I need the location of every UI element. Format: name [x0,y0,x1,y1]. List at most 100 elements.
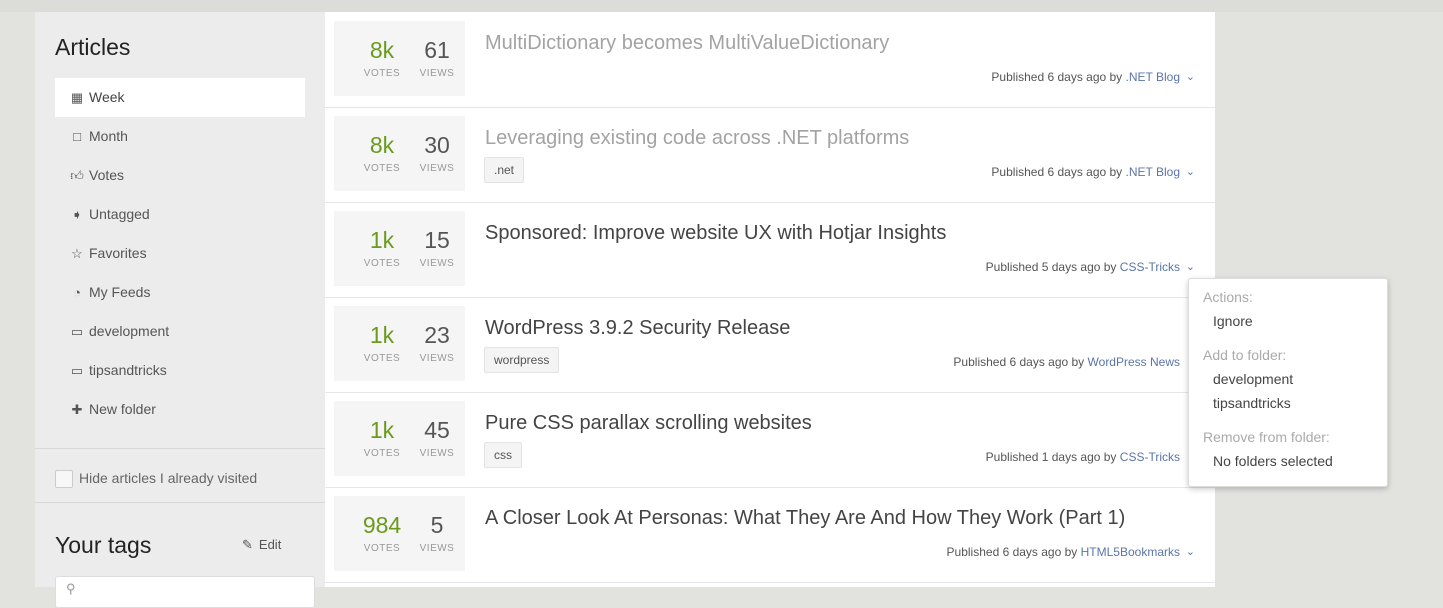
article-tag[interactable]: css [484,442,522,468]
sidebar-item-development[interactable]: ▭ development [55,312,305,351]
chevron-down-icon[interactable]: ⌄ [1186,545,1195,558]
views-stat: 30 VIEWS [407,116,467,174]
source-link[interactable]: .NET Blog [1126,70,1180,84]
hide-visited-checkbox[interactable] [55,470,73,489]
folder-icon: ▭ [70,363,84,378]
published-text: Published 5 days ago by [985,260,1117,274]
article-row: 8k VOTES 61 VIEWS MultiDictionary become… [325,12,1215,108]
sidebar-item-votes[interactable]: 👍︎ Votes [55,156,305,195]
published-info: Published 6 days ago by .NET Blog [991,165,1180,179]
article-row: 1k VOTES 15 VIEWS Sponsored: Improve web… [325,202,1215,298]
views-stat: 15 VIEWS [407,211,467,269]
votes-stat: 1k VOTES [352,401,412,459]
views-stat: 23 VIEWS [407,306,467,364]
sidebar-item-label: tipsandtricks [89,362,167,378]
ignore-menu-item[interactable]: Ignore [1213,313,1253,329]
divider [35,448,325,449]
star-icon: ☆ [71,246,83,261]
sidebar-item-untagged[interactable]: ➧ Untagged [55,195,305,234]
views-count: 30 [424,132,450,158]
published-text: Published 6 days ago by [946,545,1078,559]
sidebar-item-label: Month [89,128,128,144]
source-link[interactable]: CSS-Tricks [1120,260,1180,274]
remove-from-folder-heading: Remove from folder: [1203,429,1330,445]
sidebar-item-tipsandtricks[interactable]: ▭ tipsandtricks [55,351,305,390]
votes-count: 984 [362,512,402,538]
article-stats: 984 VOTES 5 VIEWS [334,496,465,571]
views-label: VIEWS [419,543,455,554]
hide-visited-label: Hide articles I already visited [79,470,258,486]
divider [35,502,325,503]
source-link[interactable]: .NET Blog [1126,165,1180,179]
votes-stat: 8k VOTES [352,21,412,79]
tags-icon: ➧ [71,207,83,222]
article-title[interactable]: Sponsored: Improve website UX with Hotja… [485,222,946,245]
source-link[interactable]: WordPress News [1088,355,1180,369]
votes-count: 1k [369,322,395,348]
sidebar-item-label: Favorites [89,245,147,261]
article-title[interactable]: MultiDictionary becomes MultiValueDictio… [485,32,889,55]
sidebar-item-label: New folder [89,401,156,417]
views-count: 15 [424,227,450,253]
actions-heading: Actions: [1203,289,1253,305]
article-list: 8k VOTES 61 VIEWS MultiDictionary become… [325,12,1215,587]
votes-count: 8k [369,132,395,158]
hide-visited-row[interactable]: Hide articles I already visited [55,470,258,489]
sidebar-item-favorites[interactable]: ☆ Favorites [55,234,305,273]
views-stat: 61 VIEWS [407,21,467,79]
article-row: 1k VOTES 45 VIEWS Pure CSS parallax scro… [325,392,1215,488]
published-text: Published 6 days ago by [953,355,1085,369]
plus-icon: ✚ [71,402,83,417]
source-link[interactable]: CSS-Tricks [1120,450,1180,464]
votes-count: 1k [369,417,395,443]
published-text: Published 6 days ago by [991,70,1123,84]
views-count: 61 [424,37,450,63]
folder-option-development[interactable]: development [1213,371,1293,387]
search-icon: ⚲ [66,581,76,596]
article-stats: 8k VOTES 61 VIEWS [334,21,465,96]
article-title[interactable]: A Closer Look At Personas: What They Are… [485,507,1125,530]
article-row: 984 VOTES 5 VIEWS A Closer Look At Perso… [325,487,1215,583]
votes-label: VOTES [363,68,401,79]
chevron-down-icon[interactable]: ⌄ [1186,260,1195,273]
sidebar-item-label: My Feeds [89,284,151,300]
views-count: 45 [424,417,450,443]
article-tag[interactable]: .net [484,157,525,183]
thumbs-up-icon: 👍︎ [70,168,84,183]
top-strip [0,0,1443,12]
views-stat: 45 VIEWS [407,401,467,459]
published-text: Published 1 days ago by [985,450,1117,464]
views-label: VIEWS [419,353,455,364]
sidebar-item-month[interactable]: □ Month [55,117,305,156]
chevron-down-icon[interactable]: ⌄ [1186,70,1195,83]
article-stats: 8k VOTES 30 VIEWS [334,116,465,191]
published-info: Published 6 days ago by HTML5Bookmarks [947,545,1180,559]
article-tag[interactable]: wordpress [484,347,560,373]
tag-search-input[interactable]: ⚲ [55,576,315,608]
views-label: VIEWS [419,68,455,79]
sidebar-item-my-feeds[interactable]: ◔ My Feeds [55,273,305,312]
votes-label: VOTES [363,258,401,269]
views-count: 5 [430,512,444,538]
rss-icon: ◔ [73,285,81,300]
sidebar-item-new-folder[interactable]: ✚ New folder [55,390,305,429]
views-label: VIEWS [419,163,455,174]
article-title[interactable]: Leveraging existing code across .NET pla… [485,127,909,150]
no-folders-selected-text: No folders selected [1213,453,1333,469]
votes-stat: 1k VOTES [352,211,412,269]
edit-tags-button[interactable]: ✎ Edit [242,537,281,553]
article-title[interactable]: WordPress 3.9.2 Security Release [485,317,790,340]
article-title[interactable]: Pure CSS parallax scrolling websites [485,412,812,435]
votes-stat: 8k VOTES [352,116,412,174]
article-stats: 1k VOTES 15 VIEWS [334,211,465,286]
folder-option-tipsandtricks[interactable]: tipsandtricks [1213,395,1291,411]
sidebar-item-week[interactable]: ▦ Week [55,78,305,117]
add-to-folder-heading: Add to folder: [1203,347,1287,363]
calendar-icon: ▦ [70,90,84,105]
views-label: VIEWS [419,258,455,269]
source-link[interactable]: HTML5Bookmarks [1081,545,1180,559]
sidebar: Articles ▦ Week □ Month 👍︎ Votes ➧ Untagged … [35,12,325,608]
chevron-down-icon[interactable]: ⌄ [1186,165,1195,178]
views-count: 23 [424,322,450,348]
views-stat: 5 VIEWS [407,496,467,554]
